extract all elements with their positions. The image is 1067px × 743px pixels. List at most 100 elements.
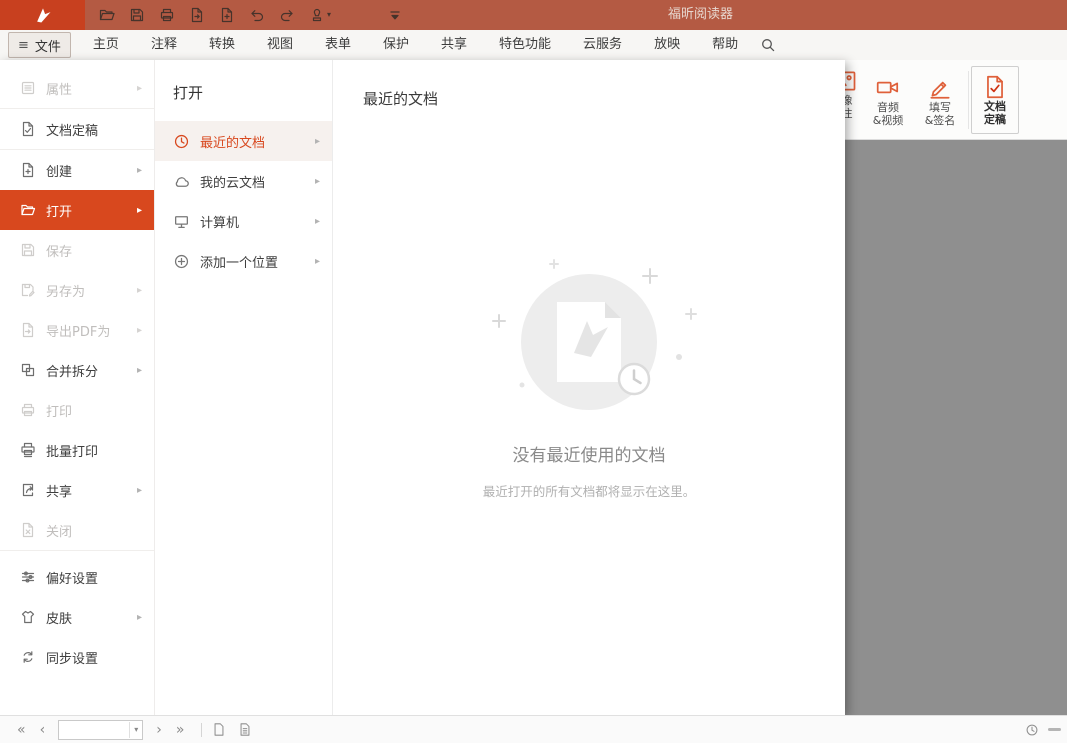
last-page-button[interactable]: » xyxy=(169,717,192,743)
file-menu-item-label: 共享 xyxy=(46,481,72,500)
open-panel-item-label: 计算机 xyxy=(200,212,239,231)
sparkle-dot xyxy=(676,354,682,360)
file-menu-item-merge-split[interactable]: 合并拆分 ▸ xyxy=(0,350,154,390)
continuous-page-view-icon[interactable] xyxy=(238,722,252,737)
single-page-view-icon[interactable] xyxy=(212,722,226,737)
open-panel-item-label: 最近的文档 xyxy=(200,132,265,151)
sparkle-dot xyxy=(520,383,525,388)
sync-icon xyxy=(20,649,36,665)
empty-state-illustration xyxy=(474,257,704,427)
sparkle-plus xyxy=(550,260,558,268)
tab-protect[interactable]: 保护 xyxy=(367,30,425,60)
add-place-icon xyxy=(173,253,190,270)
save-icon[interactable] xyxy=(129,7,145,23)
file-menu-item-create[interactable]: 创建 ▸ xyxy=(0,150,154,190)
open-panel-title: 打开 xyxy=(155,78,332,121)
file-menu-item-label: 关闭 xyxy=(46,521,72,540)
file-menu-item-save-as: 另存为 ▸ xyxy=(0,270,154,310)
open-panel-item-recent-docs[interactable]: 最近的文档 ▸ xyxy=(155,121,332,161)
submenu-arrow-icon: ▸ xyxy=(315,216,320,227)
merge-split-icon xyxy=(20,362,36,378)
export-pdf-icon xyxy=(20,322,36,338)
ribbon-tabs: 主页 注释 转换 视图 表单 保护 共享 特色功能 云服务 放映 帮助 xyxy=(77,30,754,60)
clock-mode-icon[interactable] xyxy=(1025,723,1039,737)
ribbon-item-doc-finalize[interactable]: 文档 定稿 xyxy=(971,66,1019,134)
computer-icon xyxy=(173,213,190,230)
tab-share[interactable]: 共享 xyxy=(425,30,483,60)
open-panel-item-add-place[interactable]: 添加一个位置 ▸ xyxy=(155,241,332,281)
file-menu-button[interactable]: ≡ 文件 xyxy=(8,32,71,58)
open-icon xyxy=(20,202,36,218)
empty-state-subtitle: 最近打开的所有文档都将显示在这里。 xyxy=(483,481,696,500)
ribbon-right-group: 音频 &视频 填写 &签名 文档 定稿 xyxy=(862,60,1019,139)
skin-icon xyxy=(20,609,36,625)
ribbon-item-audio-video[interactable]: 音频 &视频 xyxy=(862,73,914,127)
save-as-icon xyxy=(20,282,36,298)
tab-present[interactable]: 放映 xyxy=(638,30,696,60)
tab-cloud[interactable]: 云服务 xyxy=(567,30,638,60)
first-page-button[interactable]: « xyxy=(10,717,33,743)
tab-form[interactable]: 表单 xyxy=(309,30,367,60)
tab-convert[interactable]: 转换 xyxy=(193,30,251,60)
file-menu-panel: 属性 ▸ 文档定稿 创建 ▸ 打开 ▸ xyxy=(0,60,845,715)
open-file-icon[interactable] xyxy=(99,7,115,23)
file-menu-item-preferences[interactable]: 偏好设置 xyxy=(0,557,154,597)
file-menu-item-label: 属性 xyxy=(46,79,72,98)
file-menu-item-label: 保存 xyxy=(46,241,72,260)
file-menu-item-share[interactable]: 共享 ▸ xyxy=(0,470,154,510)
hamburger-icon: ≡ xyxy=(18,38,29,53)
submenu-arrow-icon: ▸ xyxy=(137,205,142,216)
batch-print-icon xyxy=(20,442,36,458)
new-doc-icon[interactable] xyxy=(219,7,235,23)
open-panel: 打开 最近的文档 ▸ 我的云文档 ▸ 计算机 ▸ xyxy=(155,60,333,715)
file-menu-item-doc-finalize[interactable]: 文档定稿 xyxy=(0,109,154,150)
file-menu-item-properties: 属性 ▸ xyxy=(0,68,154,109)
tab-home[interactable]: 主页 xyxy=(77,30,135,60)
tab-view[interactable]: 视图 xyxy=(251,30,309,60)
tab-help[interactable]: 帮助 xyxy=(696,30,754,60)
page-dropdown-caret-icon[interactable]: ▾ xyxy=(129,722,142,738)
ribbon-item-label: &视频 xyxy=(873,114,904,127)
properties-icon xyxy=(20,80,36,96)
submenu-arrow-icon: ▸ xyxy=(137,83,142,94)
tab-comment[interactable]: 注释 xyxy=(135,30,193,60)
undo-icon[interactable] xyxy=(249,7,265,23)
open-panel-item-label: 我的云文档 xyxy=(200,172,265,191)
close-doc-icon xyxy=(20,522,36,538)
submenu-arrow-icon: ▸ xyxy=(315,176,320,187)
zoom-slider-fragment[interactable] xyxy=(1048,728,1061,731)
empty-state: 没有最近使用的文档 最近打开的所有文档都将显示在这里。 xyxy=(474,257,704,500)
statusbar-separator xyxy=(201,723,202,737)
open-panel-item-cloud-docs[interactable]: 我的云文档 ▸ xyxy=(155,161,332,201)
page-number-input[interactable] xyxy=(59,723,129,737)
next-page-button[interactable]: › xyxy=(149,717,169,743)
preferences-icon xyxy=(20,569,36,585)
title-bar: ▾ 福昕阅读器 xyxy=(0,0,1067,30)
tab-features[interactable]: 特色功能 xyxy=(483,30,567,60)
redo-icon[interactable] xyxy=(279,7,295,23)
previous-page-button[interactable]: ‹ xyxy=(33,717,53,743)
search-icon[interactable] xyxy=(760,37,776,53)
customize-toolbar-icon[interactable] xyxy=(387,7,403,23)
print-icon[interactable] xyxy=(159,7,175,23)
audio-video-icon xyxy=(875,75,901,101)
open-panel-item-computer[interactable]: 计算机 ▸ xyxy=(155,201,332,241)
stamp-sign-icon[interactable]: ▾ xyxy=(309,7,331,23)
submenu-arrow-icon: ▸ xyxy=(137,612,142,623)
submenu-arrow-icon: ▸ xyxy=(315,136,320,147)
export-doc-icon[interactable] xyxy=(189,7,205,23)
file-menu-item-open[interactable]: 打开 ▸ xyxy=(0,190,154,230)
sparkle-plus xyxy=(493,315,505,327)
file-menu-item-label: 同步设置 xyxy=(46,648,98,667)
file-menu-item-sync-settings[interactable]: 同步设置 xyxy=(0,637,154,677)
sparkle-plus xyxy=(686,309,696,319)
file-menu-item-batch-print[interactable]: 批量打印 xyxy=(0,430,154,470)
file-menu-item-label: 导出PDF为 xyxy=(46,321,110,340)
ribbon-item-fill-sign[interactable]: 填写 &签名 xyxy=(914,73,966,127)
stamp-dropdown-caret-icon[interactable]: ▾ xyxy=(327,11,331,19)
file-menu-item-skin[interactable]: 皮肤 ▸ xyxy=(0,597,154,637)
file-menu-button-label: 文件 xyxy=(35,36,61,55)
file-menu-item-save: 保存 xyxy=(0,230,154,270)
file-menu-item-label: 另存为 xyxy=(46,281,85,300)
doc-finalize-icon xyxy=(982,74,1008,100)
